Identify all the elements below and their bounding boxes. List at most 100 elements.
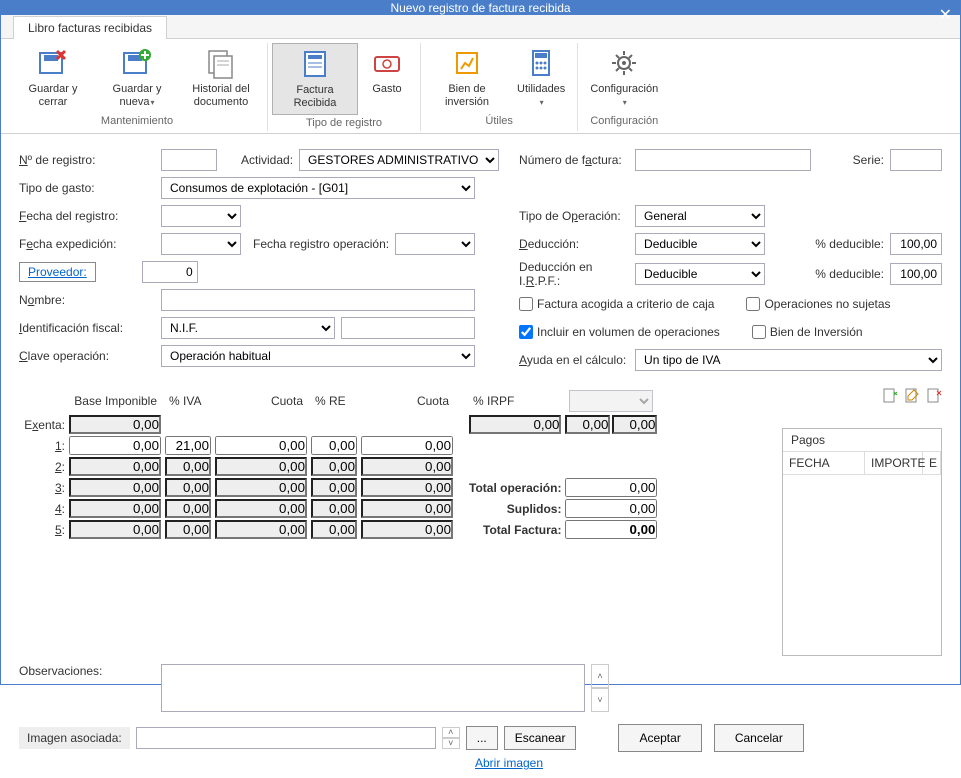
cancelar-button[interactable]: Cancelar <box>714 724 804 752</box>
factura-recibida-button[interactable]: Factura Recibida <box>272 43 358 115</box>
serie-label: Serie: <box>853 153 884 167</box>
total-factura-value[interactable] <box>565 520 657 539</box>
serie-input[interactable] <box>890 149 942 171</box>
ayuda-calculo-select[interactable]: Un tipo de IVA <box>635 349 942 371</box>
pagos-delete-icon[interactable] <box>926 388 942 404</box>
r2-cuota <box>215 457 307 476</box>
r3-base <box>69 478 161 497</box>
configuracion-button[interactable]: Configuración▾ <box>582 43 666 113</box>
fecha-expedicion-input[interactable] <box>161 233 241 255</box>
aceptar-button[interactable]: Aceptar <box>618 724 701 752</box>
deduccion-irpf-select[interactable]: Deducible <box>635 263 765 285</box>
nombre-input[interactable] <box>161 289 475 311</box>
group-mantenimiento: Mantenimiento <box>11 113 263 129</box>
row1-label: 1: <box>19 435 67 456</box>
ribbon: Guardar y cerrar Guardar y nueva▾ Histor… <box>1 39 960 134</box>
num-factura-input[interactable] <box>635 149 811 171</box>
chk-bien-inv[interactable]: Bien de Inversión <box>752 325 863 339</box>
gasto-button[interactable]: Gasto <box>358 43 416 115</box>
irpf-v2 <box>612 415 657 434</box>
img-up-icon[interactable]: ˄ <box>442 727 460 738</box>
tab-row: Libro facturas recibidas <box>1 15 960 39</box>
row3-label: 3: <box>19 477 67 498</box>
total-op-value[interactable] <box>565 478 657 497</box>
chk-caja[interactable]: Factura acogida a criterio de caja <box>519 297 714 311</box>
pct-deducible-irpf-input[interactable] <box>890 263 942 285</box>
clave-op-label: Clave operación: <box>19 349 155 363</box>
id-fiscal-input[interactable] <box>341 317 475 339</box>
scroll-up-icon[interactable]: ˄ <box>591 664 609 688</box>
tab-libro-facturas[interactable]: Libro facturas recibidas <box>13 16 167 39</box>
r1-re[interactable] <box>311 436 357 455</box>
bien-inversion-button[interactable]: Bien de inversión <box>425 43 509 113</box>
expense-icon <box>371 47 403 79</box>
utilidades-button[interactable]: Utilidades▾ <box>509 43 573 113</box>
col-iva: % IVA <box>163 388 213 414</box>
id-fiscal-select[interactable]: N.I.F. <box>161 317 335 339</box>
chevron-down-icon: ▾ <box>623 98 627 107</box>
group-config: Configuración <box>582 113 666 129</box>
r1-base[interactable] <box>69 436 161 455</box>
tipo-gasto-select[interactable]: Consumos de explotación - [G01] <box>161 177 475 199</box>
r5-base <box>69 520 161 539</box>
suplidos-value[interactable] <box>565 499 657 518</box>
save-new-icon <box>121 47 153 79</box>
r5-cuota <box>215 520 307 539</box>
fecha-registro-input[interactable] <box>161 205 241 227</box>
window-title: Nuevo registro de factura recibida <box>390 1 570 15</box>
scroll-down-icon[interactable]: ˅ <box>591 688 609 712</box>
browse-button[interactable]: ... <box>466 726 498 750</box>
proveedor-link[interactable]: Proveedor: <box>19 262 96 282</box>
r2-cuota2 <box>361 457 453 476</box>
col-base: Base Imponible <box>67 388 163 414</box>
pagos-body[interactable] <box>783 475 941 655</box>
guardar-cerrar-button[interactable]: Guardar y cerrar <box>11 43 95 113</box>
n-registro-label: Nº de registro: <box>19 153 155 167</box>
r4-cuota <box>215 499 307 518</box>
pct-deducible-input[interactable] <box>890 233 942 255</box>
historial-button[interactable]: Historial del documento <box>179 43 263 113</box>
fecha-reg-op-input[interactable] <box>395 233 475 255</box>
titlebar: Nuevo registro de factura recibida ✕ <box>1 1 960 15</box>
observaciones-input[interactable] <box>161 664 585 712</box>
r4-cuota2 <box>361 499 453 518</box>
pagos-col-fecha: FECHA <box>783 452 865 474</box>
r3-cuota <box>215 478 307 497</box>
r2-re <box>311 457 357 476</box>
investment-icon <box>451 47 483 79</box>
actividad-select[interactable]: GESTORES ADMINISTRATIVOS <box>299 149 499 171</box>
img-down-icon[interactable]: ˅ <box>442 738 460 749</box>
history-icon <box>205 47 237 79</box>
deduccion-irpf-label: Deducción en I.R.P.F.: <box>519 260 629 288</box>
pagos-edit-icon[interactable] <box>904 388 920 404</box>
escanear-button[interactable]: Escanear <box>504 726 577 750</box>
imagen-input[interactable] <box>136 727 436 749</box>
r3-iva <box>165 478 211 497</box>
n-registro-input[interactable] <box>161 149 217 171</box>
close-icon[interactable]: ✕ <box>939 5 952 25</box>
ayuda-calculo-label: Ayuda en el cálculo: <box>519 353 629 367</box>
r1-cuota[interactable] <box>215 436 307 455</box>
tipo-operacion-select[interactable]: General <box>635 205 765 227</box>
nombre-label: Nombre: <box>19 293 155 307</box>
row2-label: 2: <box>19 456 67 477</box>
row5-label: 5: <box>19 519 67 540</box>
col-cuota2: Cuota <box>359 388 455 414</box>
chk-volumen[interactable]: Incluir en volumen de operaciones <box>519 325 720 339</box>
group-tipo-registro: Tipo de registro <box>272 115 416 131</box>
r1-iva[interactable] <box>165 436 211 455</box>
deduccion-select[interactable]: Deducible <box>635 233 765 255</box>
proveedor-input[interactable] <box>142 261 198 283</box>
chevron-down-icon: ▾ <box>150 98 154 107</box>
r5-re <box>311 520 357 539</box>
guardar-nueva-button[interactable]: Guardar y nueva▾ <box>95 43 179 113</box>
r1-cuota2[interactable] <box>361 436 453 455</box>
row-exenta-label: Exenta: <box>19 414 67 435</box>
pagos-new-icon[interactable] <box>882 388 898 404</box>
abrir-imagen-link[interactable]: Abrir imagen <box>475 756 543 770</box>
chk-no-sujetas[interactable]: Operaciones no sujetas <box>746 297 890 311</box>
col-cuota: Cuota <box>213 388 309 414</box>
pagos-col-importe: IMPORTE <box>865 452 923 474</box>
fecha-registro-label: Fecha del registro: <box>19 209 155 223</box>
clave-op-select[interactable]: Operación habitual <box>161 345 475 367</box>
